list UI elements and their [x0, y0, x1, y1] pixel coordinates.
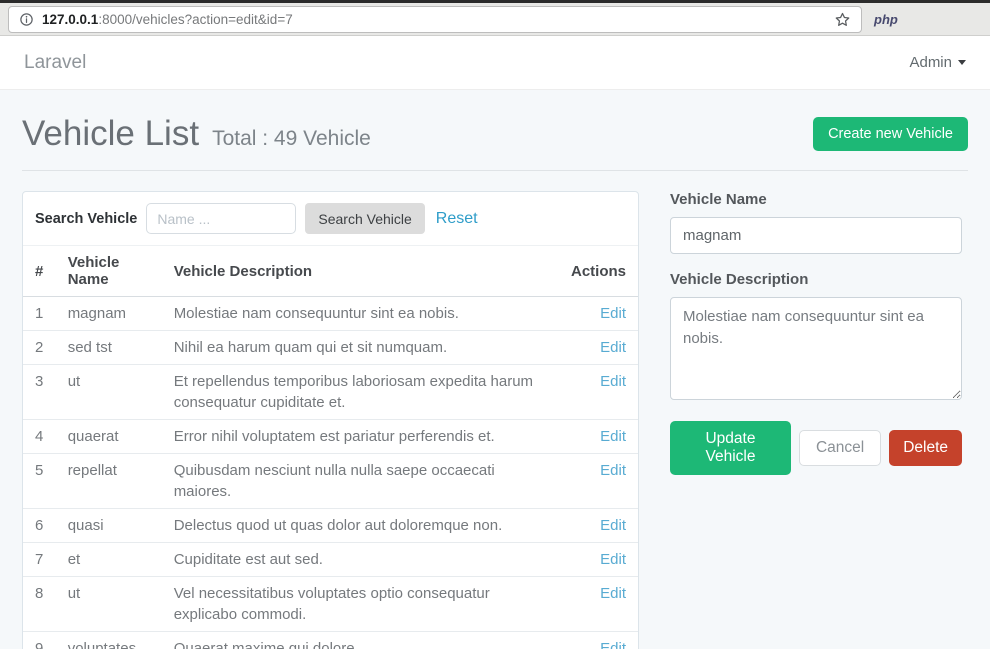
vehicle-description-textarea[interactable]: Molestiae nam consequuntur sint ea nobis…	[670, 297, 962, 400]
cell-row-number: 5	[23, 454, 60, 509]
table-row: 7 et Cupiditate est aut sed. Edit	[23, 543, 638, 577]
table-row: 6 quasi Delectus quod ut quas dolor aut …	[23, 509, 638, 543]
cell-vehicle-description: Cupiditate est aut sed.	[166, 543, 563, 577]
cell-vehicle-description: Et repellendus temporibus laboriosam exp…	[166, 365, 563, 420]
cell-vehicle-description: Nihil ea harum quam qui et sit numquam.	[166, 331, 563, 365]
edit-link[interactable]: Edit	[600, 462, 626, 479]
column-header-name: Vehicle Name	[60, 246, 166, 297]
edit-link[interactable]: Edit	[600, 551, 626, 568]
table-row: 1 magnam Molestiae nam consequuntur sint…	[23, 297, 638, 331]
table-row: 5 repellat Quibusdam nesciunt nulla null…	[23, 454, 638, 509]
bookmark-star-icon[interactable]	[834, 11, 851, 28]
cell-vehicle-name: ut	[60, 365, 166, 420]
cell-row-number: 9	[23, 632, 60, 649]
cell-vehicle-name: voluptates	[60, 632, 166, 649]
search-label: Search Vehicle	[35, 211, 137, 227]
page-title: Vehicle List	[22, 114, 199, 154]
reset-link[interactable]: Reset	[436, 210, 478, 228]
edit-link[interactable]: Edit	[600, 305, 626, 322]
url-host: 127.0.0.1	[42, 12, 98, 27]
cell-row-number: 6	[23, 509, 60, 543]
brand-logo[interactable]: Laravel	[24, 52, 86, 74]
create-vehicle-button[interactable]: Create new Vehicle	[813, 117, 968, 151]
page-info-icon[interactable]	[19, 12, 34, 27]
total-count-label: Total : 49 Vehicle	[212, 127, 371, 151]
header-divider	[22, 170, 968, 171]
search-button[interactable]: Search Vehicle	[305, 203, 424, 234]
table-row: 8 ut Vel necessitatibus voluptates optio…	[23, 577, 638, 632]
edit-link[interactable]: Edit	[600, 585, 626, 602]
edit-link[interactable]: Edit	[600, 517, 626, 534]
delete-button[interactable]: Delete	[889, 430, 962, 466]
table-header-row: # Vehicle Name Vehicle Description Actio…	[23, 246, 638, 297]
table-row: 9 voluptates Quaerat maxime qui dolore. …	[23, 632, 638, 649]
php-extension-badge[interactable]: php	[874, 12, 898, 27]
cell-vehicle-description: Quaerat maxime qui dolore.	[166, 632, 563, 649]
search-bar: Search Vehicle Search Vehicle Reset	[23, 192, 638, 246]
edit-link[interactable]: Edit	[600, 428, 626, 445]
cell-row-number: 1	[23, 297, 60, 331]
browser-chrome: 127.0.0.1:8000/vehicles?action=edit&id=7…	[0, 0, 990, 36]
vehicle-name-input[interactable]	[670, 217, 962, 254]
form-actions: Update Vehicle Cancel Delete	[670, 421, 962, 475]
column-header-description: Vehicle Description	[166, 246, 563, 297]
column-header-num: #	[23, 246, 60, 297]
edit-vehicle-form: Vehicle Name Vehicle Description Molesti…	[670, 191, 962, 475]
edit-link[interactable]: Edit	[600, 373, 626, 390]
url-text[interactable]: 127.0.0.1:8000/vehicles?action=edit&id=7	[42, 12, 293, 27]
page-content: Vehicle List Total : 49 Vehicle Create n…	[0, 90, 990, 649]
cell-vehicle-name: et	[60, 543, 166, 577]
table-row: 4 quaerat Error nihil voluptatem est par…	[23, 420, 638, 454]
address-bar-row: 127.0.0.1:8000/vehicles?action=edit&id=7…	[0, 3, 990, 35]
column-header-actions: Actions	[563, 246, 638, 297]
cell-row-number: 2	[23, 331, 60, 365]
user-dropdown-label: Admin	[909, 54, 952, 71]
table-body: 1 magnam Molestiae nam consequuntur sint…	[23, 297, 638, 649]
cell-vehicle-name: magnam	[60, 297, 166, 331]
cell-vehicle-name: ut	[60, 577, 166, 632]
cell-vehicle-name: quaerat	[60, 420, 166, 454]
table-row: 3 ut Et repellendus temporibus laboriosa…	[23, 365, 638, 420]
search-input[interactable]	[146, 203, 296, 234]
vehicle-description-label: Vehicle Description	[670, 271, 962, 288]
page-header: Vehicle List Total : 49 Vehicle Create n…	[22, 114, 968, 154]
user-dropdown[interactable]: Admin	[909, 54, 966, 71]
app-navbar: Laravel Admin	[0, 36, 990, 90]
chevron-down-icon	[958, 60, 966, 65]
vehicle-list-card: Search Vehicle Search Vehicle Reset # Ve…	[22, 191, 639, 649]
update-vehicle-button[interactable]: Update Vehicle	[670, 421, 791, 475]
table-row: 2 sed tst Nihil ea harum quam qui et sit…	[23, 331, 638, 365]
cell-row-number: 4	[23, 420, 60, 454]
cell-vehicle-description: Delectus quod ut quas dolor aut doloremq…	[166, 509, 563, 543]
title-group: Vehicle List Total : 49 Vehicle	[22, 114, 371, 154]
edit-link[interactable]: Edit	[600, 640, 626, 649]
vehicle-name-label: Vehicle Name	[670, 191, 962, 208]
cell-vehicle-name: sed tst	[60, 331, 166, 365]
cell-vehicle-description: Quibusdam nesciunt nulla nulla saepe occ…	[166, 454, 563, 509]
vehicle-table: # Vehicle Name Vehicle Description Actio…	[23, 246, 638, 649]
cell-vehicle-description: Vel necessitatibus voluptates optio cons…	[166, 577, 563, 632]
cell-vehicle-description: Molestiae nam consequuntur sint ea nobis…	[166, 297, 563, 331]
cell-row-number: 8	[23, 577, 60, 632]
cancel-button[interactable]: Cancel	[799, 430, 881, 466]
cell-vehicle-name: quasi	[60, 509, 166, 543]
cell-row-number: 7	[23, 543, 60, 577]
cell-vehicle-name: repellat	[60, 454, 166, 509]
cell-row-number: 3	[23, 365, 60, 420]
edit-link[interactable]: Edit	[600, 339, 626, 356]
address-bar[interactable]: 127.0.0.1:8000/vehicles?action=edit&id=7	[8, 6, 862, 33]
cell-vehicle-description: Error nihil voluptatem est pariatur perf…	[166, 420, 563, 454]
url-path: :8000/vehicles?action=edit&id=7	[98, 12, 292, 27]
